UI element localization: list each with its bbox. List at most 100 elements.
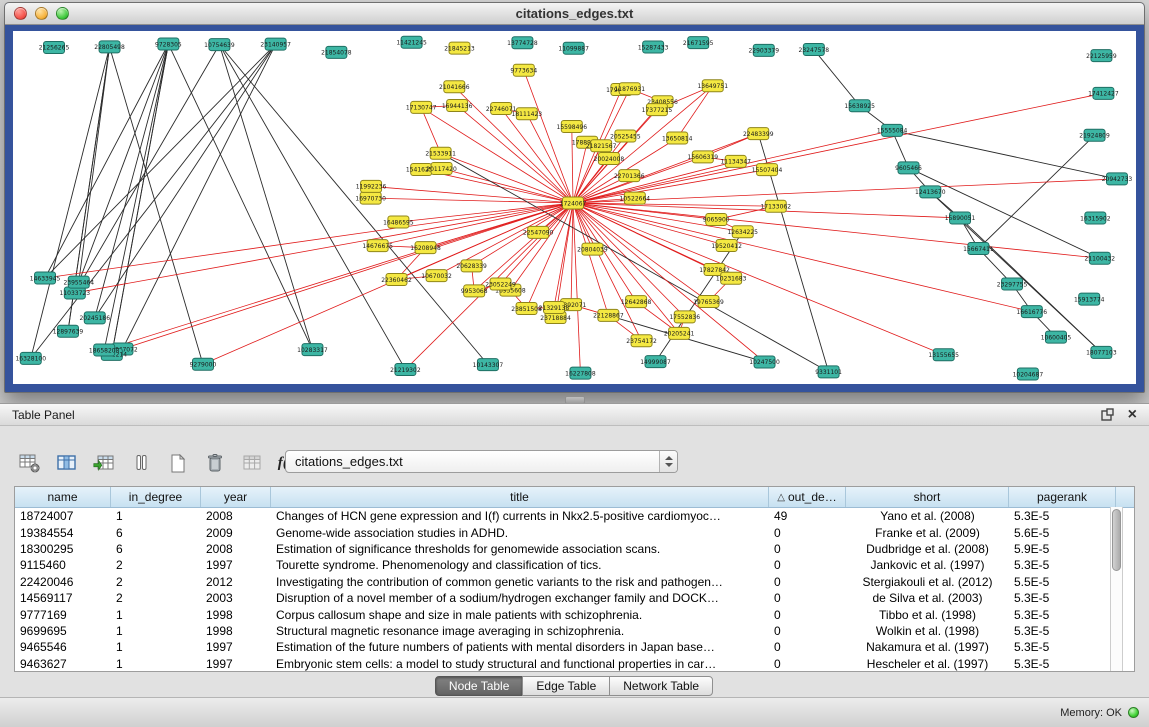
table-scrollbar[interactable] <box>1110 507 1123 671</box>
graph-node[interactable]: 21854078 <box>321 46 352 58</box>
tab-network-table[interactable]: Network Table <box>609 676 713 696</box>
graph-node[interactable]: 17552836 <box>669 311 700 323</box>
graph-node[interactable]: 12897639 <box>53 325 84 337</box>
graph-node[interactable]: 10670032 <box>421 270 452 282</box>
column-header-out_de[interactable]: △out_de… <box>769 487 846 507</box>
graph-node[interactable]: 9953068 <box>461 285 488 297</box>
graph-node[interactable]: 21924809 <box>1079 129 1110 141</box>
column-header-in_degree[interactable]: in_degree <box>111 487 201 507</box>
graph-node[interactable]: 18658208 <box>89 344 120 356</box>
graph-node[interactable]: 22903379 <box>748 44 779 56</box>
graph-node[interactable]: 21329138 <box>539 301 570 313</box>
graph-node[interactable]: 13650814 <box>662 132 693 144</box>
graph-edge[interactable] <box>978 135 1094 248</box>
graph-node[interactable]: 22360462 <box>381 274 412 286</box>
graph-node[interactable]: 16208948 <box>410 242 441 254</box>
network-view[interactable]: 1724067179641031187693123408556173772151… <box>13 31 1136 384</box>
table-row[interactable]: 1938455462009Genome-wide association stu… <box>15 524 1134 540</box>
graph-edge[interactable] <box>104 203 573 350</box>
graph-node[interactable]: 10522664 <box>620 192 651 204</box>
graph-node[interactable]: 16315902 <box>1080 212 1111 224</box>
graph-node[interactable]: 23754172 <box>626 335 657 347</box>
tab-edge-table[interactable]: Edge Table <box>522 676 610 696</box>
table-selector-combobox[interactable]: citations_edges.txt <box>285 450 678 473</box>
graph-node[interactable]: 10600405 <box>1041 331 1072 343</box>
scrollbar-thumb[interactable] <box>1112 509 1121 571</box>
window-titlebar[interactable]: citations_edges.txt <box>5 3 1144 25</box>
graph-node[interactable]: 19765369 <box>693 296 724 308</box>
graph-edge[interactable] <box>909 168 1100 258</box>
graph-node[interactable]: 14676675 <box>362 240 393 252</box>
graph-node[interactable]: 22805498 <box>94 41 125 53</box>
graph-node[interactable]: 20804039 <box>577 243 608 255</box>
graph-node[interactable]: 19520412 <box>711 239 742 251</box>
close-button[interactable] <box>14 7 27 20</box>
graph-node[interactable]: 11992236 <box>356 180 387 192</box>
graph-edge[interactable] <box>112 44 169 354</box>
graph-node[interactable]: 20117420 <box>426 163 457 175</box>
graph-edge[interactable] <box>573 170 767 203</box>
graph-edge[interactable] <box>573 203 580 373</box>
graph-edge[interactable] <box>573 203 776 206</box>
graph-node[interactable]: 10283317 <box>297 344 328 356</box>
graph-node[interactable]: 15598496 <box>557 120 588 132</box>
graph-node[interactable]: 23140957 <box>260 38 291 50</box>
column-header-year[interactable]: year <box>201 487 271 507</box>
graph-node[interactable]: 23297755 <box>997 278 1028 290</box>
graph-node[interactable]: 23955464 <box>63 276 94 288</box>
column-header-name[interactable]: name <box>15 487 111 507</box>
graph-node[interactable]: 11033723 <box>60 287 91 299</box>
graph-node[interactable]: 14633945 <box>30 272 61 284</box>
graph-node[interactable]: 13155655 <box>928 349 959 361</box>
table-row[interactable]: 977716911998Corpus callosum shape and si… <box>15 606 1134 622</box>
add-column-button[interactable] <box>90 449 118 477</box>
graph-node[interactable]: 15287433 <box>638 41 669 53</box>
graph-node[interactable]: 10231683 <box>716 272 747 284</box>
graph-edge[interactable] <box>524 70 573 203</box>
graph-node[interactable]: 12642868 <box>621 296 652 308</box>
graph-edge[interactable] <box>95 44 169 318</box>
graph-node[interactable]: 12413670 <box>915 186 946 198</box>
float-panel-button[interactable] <box>1101 408 1114 421</box>
graph-node[interactable]: 17133062 <box>760 200 791 212</box>
graph-node[interactable]: 20942733 <box>1102 173 1133 185</box>
graph-node[interactable]: 21100432 <box>1085 252 1116 264</box>
graph-node[interactable]: 11876931 <box>614 83 645 95</box>
graph-node[interactable]: 22128867 <box>593 309 624 321</box>
graph-node[interactable]: 10754639 <box>204 39 235 51</box>
table-row[interactable]: 969969511998Structural magnetic resonanc… <box>15 623 1134 639</box>
graph-edge[interactable] <box>571 203 573 305</box>
graph-edge[interactable] <box>510 203 573 290</box>
graph-node[interactable]: 16227808 <box>565 367 596 379</box>
table-row[interactable]: 946554611997Estimation of the future num… <box>15 639 1134 655</box>
graph-node[interactable]: 10143307 <box>473 359 504 371</box>
column-header-pagerank[interactable]: pagerank <box>1009 487 1116 507</box>
close-panel-button[interactable]: × <box>1128 408 1137 422</box>
select-rows-button[interactable] <box>127 449 155 477</box>
graph-edge[interactable] <box>110 47 203 364</box>
graph-node[interactable]: 22547090 <box>523 226 554 238</box>
graph-node[interactable]: 9773634 <box>510 64 537 76</box>
graph-node[interactable]: 9279000 <box>190 358 217 370</box>
graph-edge[interactable] <box>572 126 573 203</box>
show-columns-button[interactable] <box>53 449 81 477</box>
graph-node[interactable]: 20205241 <box>664 327 695 339</box>
table-row[interactable]: 946362711997Embryonic stem cells: a mode… <box>15 656 1134 672</box>
graph-node[interactable]: 22701366 <box>614 170 645 182</box>
graph-node[interactable]: 1724067 <box>560 197 587 209</box>
graph-node[interactable]: 16328100 <box>15 352 46 364</box>
graph-edge[interactable] <box>421 107 440 153</box>
graph-node[interactable]: 10247500 <box>749 356 780 368</box>
graph-node[interactable]: 23052249 <box>485 278 516 290</box>
zoom-button[interactable] <box>56 7 69 20</box>
graph-edge[interactable] <box>573 203 1100 258</box>
graph-node[interactable]: 18111423 <box>512 108 543 120</box>
graph-edge[interactable] <box>75 45 220 293</box>
graph-edge[interactable] <box>104 44 168 350</box>
graph-node[interactable]: 20525455 <box>610 130 641 142</box>
graph-node[interactable]: 11421245 <box>396 36 427 48</box>
graph-node[interactable]: 10204687 <box>1013 368 1044 380</box>
graph-node[interactable]: 21671595 <box>683 37 714 49</box>
graph-node[interactable]: 22483399 <box>743 128 774 140</box>
graph-node[interactable]: 14999087 <box>640 356 671 368</box>
